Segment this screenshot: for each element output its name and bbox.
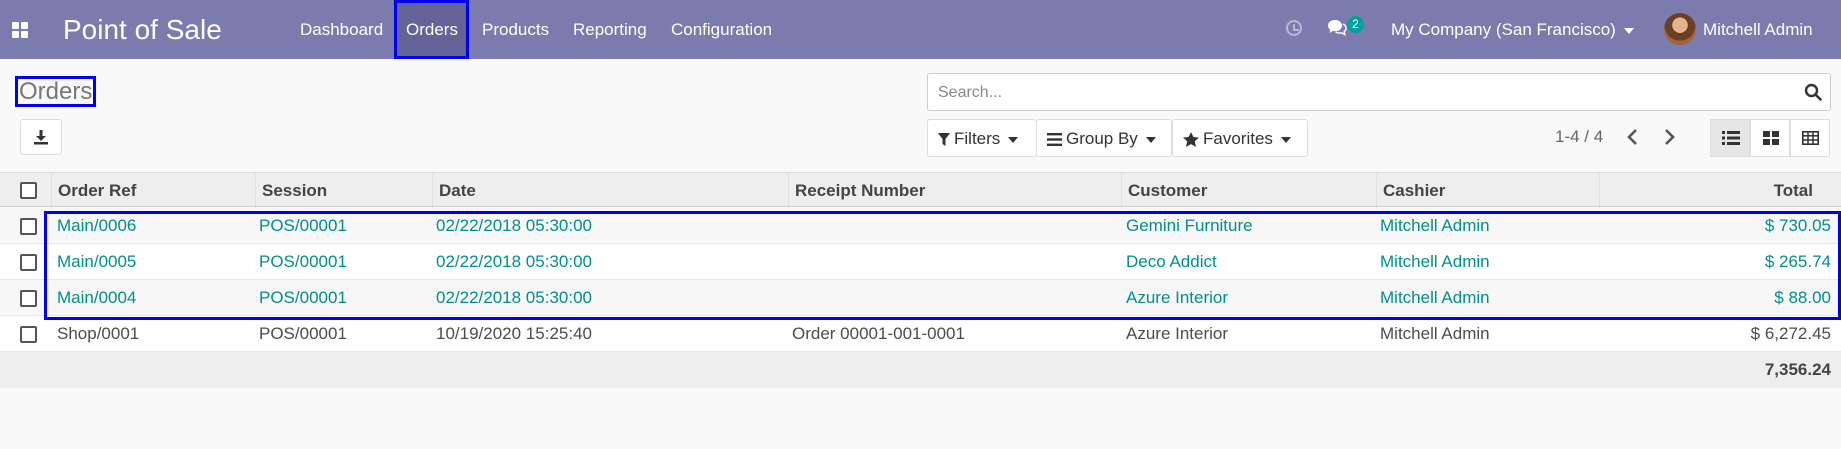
receipt-number [786, 280, 792, 316]
total[interactable]: $ 265.74 [1599, 244, 1841, 280]
session[interactable]: POS/00001 [253, 208, 347, 244]
table-header: Order Ref Session Date Receipt Number Cu… [0, 172, 1841, 208]
menu-configuration[interactable]: Configuration [659, 0, 784, 59]
row-checkbox[interactable] [20, 290, 37, 307]
menu-reporting[interactable]: Reporting [561, 0, 659, 59]
top-navbar: Point of Sale Dashboard Orders Products … [0, 0, 1841, 59]
table-view-icon [1802, 131, 1819, 145]
groupby-button[interactable]: Group By [1036, 119, 1172, 157]
list-view-button[interactable] [1710, 119, 1750, 157]
column-header-customer[interactable]: Customer [1121, 173, 1376, 208]
select-all-checkbox[interactable] [20, 182, 37, 199]
caret-down-icon [1623, 27, 1634, 34]
cashier[interactable]: Mitchell Admin [1374, 208, 1490, 244]
column-header-total[interactable]: Total [1599, 173, 1841, 208]
order-ref[interactable]: Shop/0001 [51, 316, 139, 352]
row-checkbox[interactable] [20, 326, 37, 343]
customer[interactable]: Azure Interior [1120, 280, 1228, 316]
menu-orders[interactable]: Orders [394, 0, 469, 59]
row-checkbox[interactable] [20, 218, 37, 235]
filters-label: Filters [954, 129, 1001, 148]
chevron-left-icon[interactable] [1622, 126, 1644, 148]
row-checkbox[interactable] [20, 254, 37, 271]
customer[interactable]: Azure Interior [1120, 316, 1228, 352]
table-row[interactable]: Main/0004 POS/00001 02/22/2018 05:30:00 … [0, 280, 1841, 316]
receipt-number [786, 208, 792, 244]
company-name: My Company (San Francisco) [1391, 20, 1616, 39]
caret-down-icon [1145, 136, 1156, 143]
table-row[interactable]: Main/0005 POS/00001 02/22/2018 05:30:00 … [0, 244, 1841, 280]
caret-down-icon [1008, 136, 1019, 143]
cashier[interactable]: Mitchell Admin [1374, 316, 1490, 352]
table-row[interactable]: Shop/0001 POS/00001 10/19/2020 15:25:40 … [0, 316, 1841, 352]
order-ref[interactable]: Main/0005 [51, 244, 136, 280]
export-button[interactable] [20, 119, 62, 155]
page-title[interactable]: Orders [15, 76, 97, 107]
table-row[interactable]: Main/0006 POS/00001 02/22/2018 05:30:00 … [0, 208, 1841, 244]
apps-menu-icon[interactable] [12, 22, 28, 38]
pager-value[interactable]: 1-4 / 4 [1555, 127, 1603, 147]
caret-down-icon [1280, 136, 1291, 143]
company-switcher[interactable]: My Company (San Francisco) [1391, 0, 1634, 59]
app-brand[interactable]: Point of Sale [63, 14, 222, 46]
order-ref[interactable]: Main/0004 [51, 280, 136, 316]
session[interactable]: POS/00001 [253, 244, 347, 280]
chevron-right-icon[interactable] [1658, 126, 1680, 148]
customer[interactable]: Gemini Furniture [1120, 208, 1253, 244]
customer[interactable]: Deco Addict [1120, 244, 1217, 280]
filter-icon [938, 132, 950, 146]
star-icon [1183, 132, 1199, 148]
order-ref[interactable]: Main/0006 [51, 208, 136, 244]
messages-count-badge: 2 [1347, 16, 1364, 33]
menu-dashboard[interactable]: Dashboard [288, 0, 395, 59]
date[interactable]: 10/19/2020 15:25:40 [430, 316, 592, 352]
total[interactable]: $ 730.05 [1599, 208, 1841, 244]
column-header-session[interactable]: Session [255, 173, 432, 208]
pivot-view-button[interactable] [1790, 119, 1830, 157]
column-header-order-ref[interactable]: Order Ref [51, 173, 255, 208]
list-view-icon [1722, 131, 1740, 145]
table-footer: 7,356.24 [0, 352, 1841, 388]
search-input[interactable] [936, 80, 1780, 106]
column-header-date[interactable]: Date [432, 173, 788, 208]
favorites-label: Favorites [1203, 129, 1273, 148]
column-header-cashier[interactable]: Cashier [1376, 173, 1599, 208]
search-icon[interactable] [1804, 83, 1822, 101]
groupby-label: Group By [1066, 129, 1138, 148]
date[interactable]: 02/22/2018 05:30:00 [430, 208, 592, 244]
kanban-view-button[interactable] [1750, 119, 1790, 157]
menu-products[interactable]: Products [470, 0, 561, 59]
date[interactable]: 02/22/2018 05:30:00 [430, 280, 592, 316]
download-icon [34, 130, 48, 145]
session[interactable]: POS/00001 [253, 280, 347, 316]
favorites-button[interactable]: Favorites [1172, 119, 1308, 157]
receipt-number[interactable]: Order 00001-001-0001 [786, 316, 965, 352]
list-icon [1047, 133, 1062, 147]
filters-button[interactable]: Filters [927, 119, 1037, 157]
cashier[interactable]: Mitchell Admin [1374, 244, 1490, 280]
date[interactable]: 02/22/2018 05:30:00 [430, 244, 592, 280]
total[interactable]: $ 6,272.45 [1599, 316, 1841, 352]
column-header-receipt-number[interactable]: Receipt Number [788, 173, 1121, 208]
search-bar [927, 73, 1831, 111]
user-menu[interactable]: Mitchell Admin [1703, 0, 1813, 59]
user-avatar[interactable] [1664, 13, 1696, 45]
chat-icon[interactable] [1327, 19, 1347, 37]
total[interactable]: $ 88.00 [1599, 280, 1841, 316]
cashier[interactable]: Mitchell Admin [1374, 280, 1490, 316]
receipt-number [786, 244, 792, 280]
session[interactable]: POS/00001 [253, 316, 347, 352]
footer-total: 7,356.24 [1764, 360, 1831, 379]
activity-clock-icon[interactable] [1286, 20, 1302, 36]
kanban-view-icon [1763, 131, 1779, 145]
